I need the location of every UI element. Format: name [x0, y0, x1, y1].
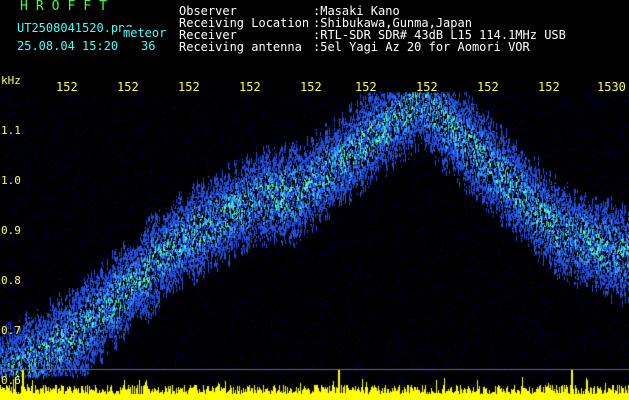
y-tick: 1.0	[1, 174, 21, 187]
time-tick: 152	[477, 80, 499, 94]
time-tick: 152	[117, 80, 139, 94]
y-tick: 0.6	[1, 374, 21, 387]
spectrogram-canvas	[0, 0, 629, 400]
time-tick: 152	[56, 80, 78, 94]
antenna-value: :5el Yagi Az 20 for Aomori VOR	[313, 40, 530, 54]
mode-label: meteor	[123, 26, 167, 40]
time-tick: 152	[178, 80, 200, 94]
y-unit-label: kHz	[1, 74, 21, 87]
time-tick: 152	[538, 80, 560, 94]
filename-label: UT2508041520.png	[17, 21, 133, 35]
time-tick: 152	[300, 80, 322, 94]
timestamp-label: 25.08.04 15:20	[17, 39, 119, 53]
y-tick: 1.1	[1, 124, 21, 137]
count-label: 36	[141, 39, 156, 53]
spectrogram-screen: HROFFT UT2508041520.png meteor 25.08.04 …	[0, 0, 629, 400]
time-tick: 152	[416, 80, 438, 94]
y-tick: 0.9	[1, 224, 21, 237]
y-tick: 0.7	[1, 324, 21, 337]
time-tick: 152	[239, 80, 261, 94]
y-tick: 0.8	[1, 274, 21, 287]
app-title: HROFFT	[20, 0, 115, 14]
time-tick: 1530	[597, 80, 626, 94]
time-tick: 152	[355, 80, 377, 94]
antenna-label: Receiving antenna	[179, 40, 302, 54]
